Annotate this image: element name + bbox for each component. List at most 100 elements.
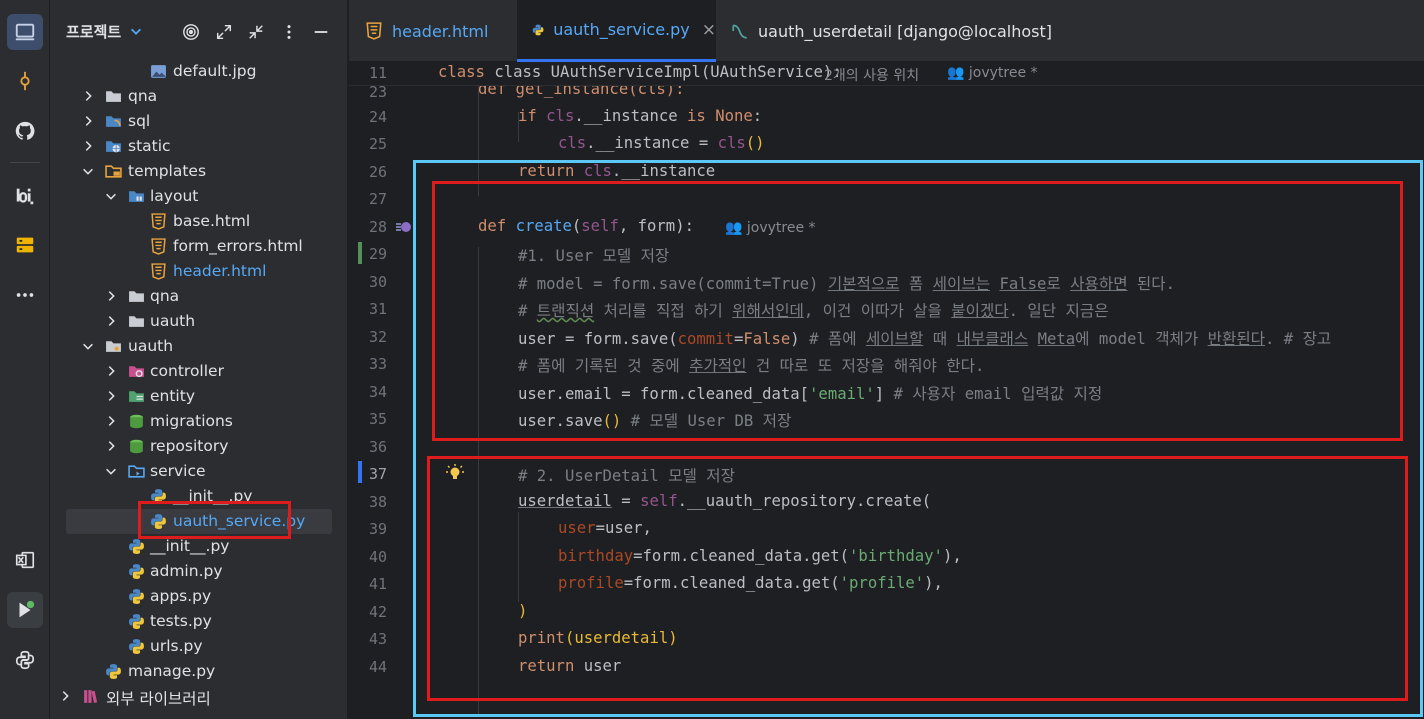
code-editor[interactable]: 11 class class UAuthServiceImpl(UAuthSer… — [349, 62, 1424, 719]
chevron-right-icon[interactable] — [104, 364, 118, 378]
tree-item-base-html[interactable]: base.html — [50, 209, 335, 234]
tree-item-migrations[interactable]: migrations — [50, 409, 335, 434]
tree-item-default-jpg[interactable]: default.jpg — [50, 59, 335, 84]
tree-item-manage-py[interactable]: manage.py — [50, 659, 335, 684]
python-console-icon[interactable] — [7, 642, 43, 678]
chevron-down-icon[interactable] — [104, 464, 118, 478]
python-file-icon — [151, 489, 166, 504]
author-hint[interactable]: 👥 jovytree * — [947, 65, 1038, 81]
tree-item-static[interactable]: static — [50, 134, 335, 159]
close-icon[interactable]: × — [702, 20, 716, 40]
project-view-icon[interactable] — [7, 14, 43, 50]
chevron-right-icon[interactable] — [81, 139, 95, 153]
line-number: 39 — [368, 520, 387, 538]
python-file-icon — [151, 514, 166, 529]
lightbulb-icon[interactable] — [445, 463, 465, 483]
chevron-right-icon[interactable] — [104, 314, 118, 328]
entity-folder-icon — [129, 391, 144, 402]
author-hint[interactable]: 👥 jovytree * — [725, 220, 816, 236]
tree-item-sql[interactable]: sql — [50, 109, 335, 134]
tree-item-templates[interactable]: templates — [50, 159, 335, 184]
github-icon[interactable] — [7, 113, 43, 149]
tree-item-layout[interactable]: layout — [50, 184, 335, 209]
commit-icon[interactable] — [7, 63, 43, 99]
line-number: 43 — [368, 630, 387, 648]
code-token: 세이브할 — [865, 330, 924, 348]
python-file-icon — [129, 539, 144, 554]
usages-hint[interactable]: 2개의 사용 위치 — [824, 65, 919, 85]
tree-item-entity[interactable]: entity — [50, 384, 335, 409]
chevron-right-icon[interactable] — [58, 689, 72, 703]
code-token: 위해서인데 — [732, 302, 804, 320]
tree-item-label: repository — [150, 437, 229, 455]
code-token: 로 — [1046, 275, 1071, 293]
code-token: self — [581, 217, 619, 235]
tab-header-html[interactable]: header.html — [365, 0, 488, 62]
tree-item-label: header.html — [173, 262, 267, 280]
code-line: cls.__instance = cls() — [558, 134, 765, 152]
project-title[interactable]: 프로젝트 — [66, 21, 121, 42]
tree-item-service[interactable]: service — [50, 459, 335, 484]
tree-item-uauth[interactable]: uauth — [50, 309, 335, 334]
tree-item-controller[interactable]: controller — [50, 359, 335, 384]
chevron-down-icon[interactable] — [129, 24, 143, 38]
tree-item-init-py[interactable]: __init__.py — [50, 484, 335, 509]
chevron-down-icon[interactable] — [104, 189, 118, 203]
python-file-icon — [129, 614, 144, 629]
chevron-right-icon[interactable] — [81, 114, 95, 128]
chevron-right-icon[interactable] — [104, 414, 118, 428]
code-token: = — [733, 330, 744, 348]
line-number: 29 — [368, 245, 387, 263]
code-token: .__uauth_repository.create( — [677, 492, 932, 510]
run-icon[interactable] — [7, 592, 43, 628]
tree-item-header-html[interactable]: header.html — [50, 259, 335, 284]
tree-item-label: 외부 라이브러리 — [106, 690, 211, 708]
tree-item-urls-py[interactable]: urls.py — [50, 634, 335, 659]
more-icon[interactable] — [7, 277, 43, 313]
chevron-right-icon[interactable] — [104, 439, 118, 453]
code-token: # 폼에 — [809, 330, 866, 348]
tree-item-uauth[interactable]: uauth — [50, 334, 335, 359]
code-token: def — [478, 217, 507, 235]
tree-item-label: controller — [150, 362, 224, 380]
override-icon[interactable] — [395, 219, 413, 235]
tree-item-repository[interactable]: repository — [50, 434, 335, 459]
tree-item-init-py[interactable]: __init__.py — [50, 534, 335, 559]
tree-item-qna[interactable]: qna — [50, 284, 335, 309]
controller-folder-icon — [129, 366, 144, 378]
tree-item-form-errors-html[interactable]: form_errors.html — [50, 234, 335, 259]
tab-uauth-service-py[interactable]: uauth_service.py × — [517, 0, 716, 62]
expand-all-icon[interactable] — [214, 22, 234, 42]
chevron-right-icon[interactable] — [104, 389, 118, 403]
options-icon[interactable] — [279, 22, 299, 42]
line-number: 30 — [368, 273, 387, 291]
chevron-right-icon[interactable] — [104, 289, 118, 303]
excel-icon[interactable] — [7, 542, 43, 578]
code-token: = — [611, 492, 641, 510]
tree-item-apps-py[interactable]: apps.py — [50, 584, 335, 609]
database-icon[interactable] — [7, 227, 43, 263]
target-icon[interactable] — [181, 22, 201, 42]
chevron-down-icon[interactable] — [81, 339, 95, 353]
django-icon[interactable] — [7, 178, 43, 214]
tree-item-qna[interactable]: qna — [50, 84, 335, 109]
tree-item-external-libraries[interactable]: 외부 라이브러리 — [50, 684, 335, 709]
person-icon: 👥 — [725, 220, 743, 236]
chevron-down-icon[interactable] — [81, 164, 95, 178]
folder-icon — [129, 291, 144, 302]
code-token: .__instance — [574, 107, 678, 125]
code-token: userdetail — [518, 492, 612, 510]
collapse-all-icon[interactable] — [246, 22, 266, 42]
code-line: # 2. UserDetail 모델 저장 — [518, 464, 735, 486]
sql-folder-icon — [106, 116, 121, 127]
code-token: user — [558, 519, 596, 537]
hide-panel-icon[interactable] — [311, 22, 331, 42]
tree-item-admin-py[interactable]: admin.py — [50, 559, 335, 584]
code-line: # model = form.save(commit=True) 기본적으로 폼… — [518, 272, 1175, 294]
chevron-right-icon[interactable] — [81, 89, 95, 103]
tree-item-tests-py[interactable]: tests.py — [50, 609, 335, 634]
tree-item-uauth-service-py[interactable]: uauth_service.py — [66, 509, 332, 534]
tab-uauth-userdetail[interactable]: uauth_userdetail [django@localhost] — [731, 0, 1052, 62]
code-line: profile=form.cleaned_data.get('profile')… — [558, 574, 943, 592]
code-token: 기본적으로 — [827, 275, 900, 293]
